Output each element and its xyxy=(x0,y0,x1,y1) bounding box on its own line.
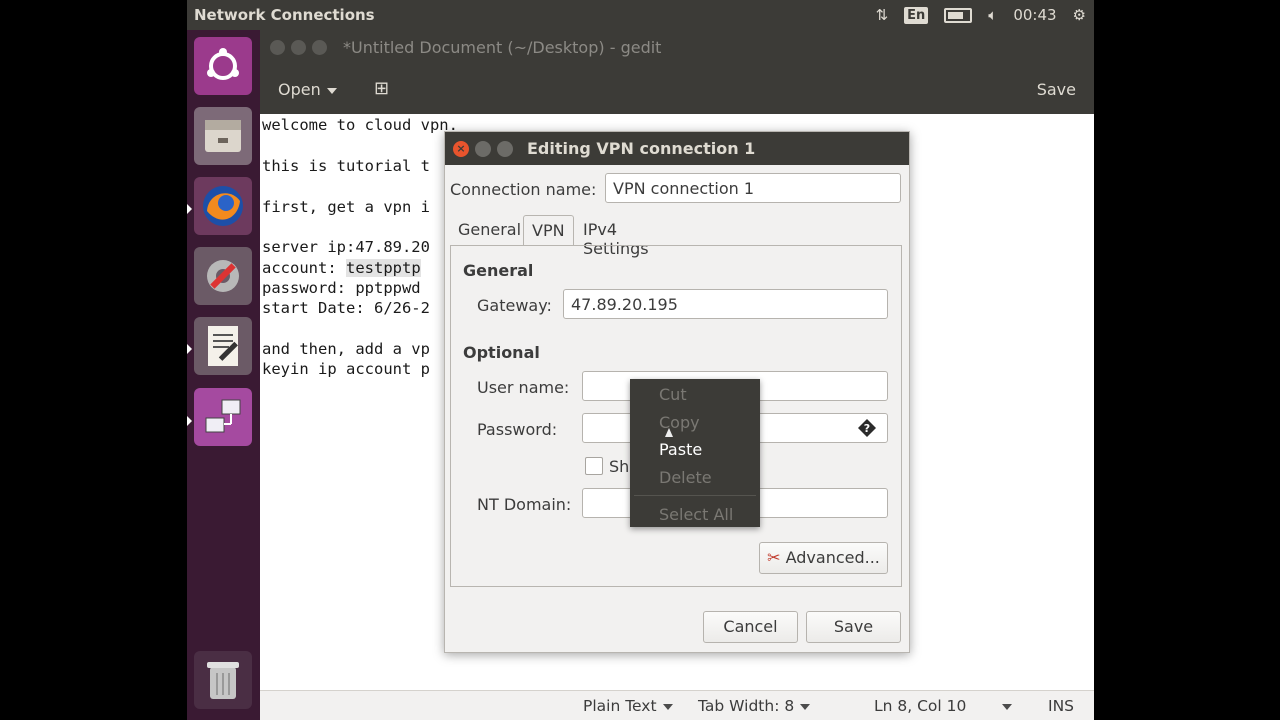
cursor-position-selector[interactable]: Ln 8, Col 10 xyxy=(874,697,1013,715)
editor-line: welcome to cloud vpn. xyxy=(262,116,458,134)
ubuntu-dash-icon[interactable] xyxy=(194,37,252,95)
panel-app-title: Network Connections xyxy=(194,6,375,24)
password-options-icon[interactable]: ? xyxy=(857,418,877,438)
cursor-position-label: Ln 8, Col 10 xyxy=(874,697,967,715)
open-button[interactable]: Open xyxy=(278,80,337,99)
clock[interactable]: 00:43 xyxy=(1013,6,1056,24)
gedit-headerbar: *Untitled Document (~/Desktop) - gedit O… xyxy=(260,30,1094,114)
launcher-running-indicator xyxy=(187,204,192,214)
connection-name-field[interactable]: VPN connection 1 xyxy=(605,173,901,203)
desktop-screen: Network Connections ⇅ En 🔈︎ 00:43 ⚙ *Unt… xyxy=(187,0,1094,720)
tab-ipv4-settings[interactable]: IPv4 Settings xyxy=(575,215,657,258)
volume-icon[interactable]: 🔈︎ xyxy=(988,6,997,24)
tools-icon: ✂ xyxy=(767,548,781,567)
connection-name-label: Connection name: xyxy=(450,180,597,199)
optional-section-heading: Optional xyxy=(463,343,540,362)
gedit-close-icon[interactable] xyxy=(270,40,285,55)
language-selector[interactable]: Plain Text xyxy=(583,697,673,715)
dialog-titlebar: × Editing VPN connection 1 xyxy=(445,132,909,165)
language-label: Plain Text xyxy=(583,697,657,715)
indicator-area: ⇅ En 🔈︎ 00:43 ⚙ xyxy=(868,0,1094,30)
tab-general[interactable]: General xyxy=(450,215,529,245)
advanced-button-label: Advanced... xyxy=(785,548,880,567)
unity-launcher xyxy=(187,30,260,720)
tab-width-selector[interactable]: Tab Width: 8 xyxy=(698,697,811,715)
editor-line: account: testpptp xyxy=(262,259,421,277)
gedit-statusbar: Plain Text Tab Width: 8 Ln 8, Col 10 INS xyxy=(260,690,1094,720)
editor-line: first, get a vpn i xyxy=(262,198,430,216)
cancel-button[interactable]: Cancel xyxy=(703,611,798,643)
menu-item-select-all[interactable]: Select All xyxy=(659,505,733,524)
show-password-label: Sh xyxy=(609,457,630,476)
keyboard-layout-indicator[interactable]: En xyxy=(904,6,929,24)
username-label: User name: xyxy=(477,378,570,397)
dialog-minimize-icon[interactable] xyxy=(475,141,491,157)
dialog-maximize-icon[interactable] xyxy=(497,141,513,157)
editor-line: keyin ip account p xyxy=(262,360,430,378)
account-value-highlight: testpptp xyxy=(346,259,421,277)
new-document-icon[interactable]: ⊞ xyxy=(374,78,389,99)
gateway-label: Gateway: xyxy=(477,296,552,315)
network-transfer-icon[interactable]: ⇅ xyxy=(876,6,889,24)
context-menu: Cut Copy Paste Delete Select All xyxy=(630,379,760,527)
text-editor-icon[interactable] xyxy=(194,317,252,375)
launcher-running-indicator xyxy=(187,416,192,426)
tab-width-label: Tab Width: 8 xyxy=(698,697,795,715)
svg-text:?: ? xyxy=(864,422,870,435)
open-button-label: Open xyxy=(278,80,321,99)
network-connections-icon[interactable] xyxy=(194,388,252,446)
dialog-close-icon[interactable]: × xyxy=(453,141,469,157)
system-settings-icon[interactable] xyxy=(194,247,252,305)
show-password-checkbox[interactable] xyxy=(585,457,603,475)
editor-line: this is tutorial t xyxy=(262,157,430,175)
files-icon[interactable] xyxy=(194,107,252,165)
mouse-cursor xyxy=(665,428,673,437)
gedit-maximize-icon[interactable] xyxy=(312,40,327,55)
gedit-minimize-icon[interactable] xyxy=(291,40,306,55)
launcher-running-indicator xyxy=(187,344,192,354)
settings-gear-icon[interactable]: ⚙ xyxy=(1073,6,1086,24)
tab-vpn[interactable]: VPN xyxy=(523,215,574,245)
password-label: Password: xyxy=(477,420,558,439)
general-section-heading: General xyxy=(463,261,534,280)
editor-line: server ip:47.89.20 xyxy=(262,238,430,256)
gateway-field[interactable]: 47.89.20.195 xyxy=(563,289,888,319)
chevron-down-icon xyxy=(326,87,337,94)
nt-domain-label: NT Domain: xyxy=(477,495,572,514)
editor-line: and then, add a vp xyxy=(262,340,430,358)
chevron-down-icon xyxy=(1002,703,1013,710)
editor-line: password: pptppwd xyxy=(262,279,421,297)
advanced-button[interactable]: ✂ Advanced... xyxy=(759,542,888,574)
top-panel: Network Connections ⇅ En 🔈︎ 00:43 ⚙ xyxy=(187,0,1094,30)
chevron-down-icon xyxy=(662,703,673,710)
menu-item-cut[interactable]: Cut xyxy=(659,385,687,404)
insert-mode-label: INS xyxy=(1048,697,1075,715)
menu-separator xyxy=(634,495,756,496)
save-button[interactable]: Save xyxy=(806,611,901,643)
firefox-icon[interactable] xyxy=(194,177,252,235)
dialog-title: Editing VPN connection 1 xyxy=(527,139,756,158)
editor-line: start Date: 6/26-2 xyxy=(262,299,430,317)
gedit-window-title: *Untitled Document (~/Desktop) - gedit xyxy=(343,38,662,57)
trash-icon[interactable] xyxy=(194,651,252,709)
chevron-down-icon xyxy=(800,703,811,710)
account-label-text: account: xyxy=(262,259,346,277)
menu-item-delete[interactable]: Delete xyxy=(659,468,712,487)
gedit-save-button[interactable]: Save xyxy=(1037,80,1076,99)
menu-item-paste[interactable]: Paste xyxy=(659,440,702,459)
battery-icon[interactable] xyxy=(944,6,973,24)
